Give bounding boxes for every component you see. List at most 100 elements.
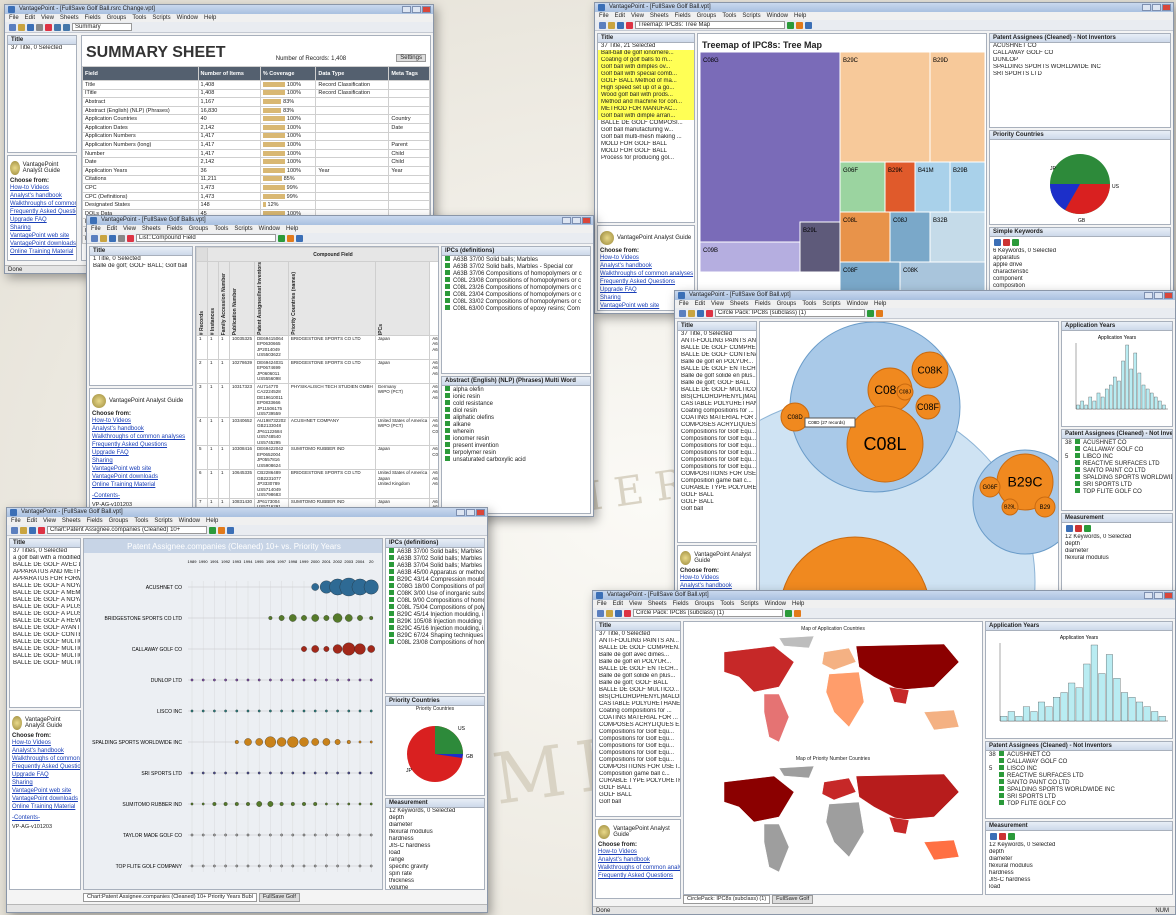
ipc-item[interactable]: A63B 37/02 Solid balls; Marbles - 1 (386, 555, 484, 562)
help-icon[interactable] (706, 309, 713, 317)
bubble[interactable] (267, 801, 274, 807)
sheet-tab[interactable]: FullSave Golf (258, 893, 300, 902)
title-item[interactable]: Coating compositions for ... (678, 408, 756, 415)
assignee-item[interactable]: CALLAWAY GOLF CO (986, 758, 1172, 765)
bubble[interactable] (358, 864, 362, 868)
histogram-bar[interactable] (1080, 400, 1084, 410)
bubble[interactable] (269, 678, 272, 682)
title-item[interactable]: BALLE DE GOLF MULTICO... (10, 653, 80, 660)
minimize-button[interactable] (1144, 592, 1153, 599)
play-icon[interactable] (787, 21, 794, 29)
menu-item[interactable]: Window (179, 517, 200, 525)
assignee-item[interactable]: CALLAWAY GOLF CO (990, 50, 1170, 57)
world-map-application[interactable] (684, 632, 983, 750)
menu-item[interactable]: Scripts (152, 14, 170, 22)
ipc-item[interactable]: A63B 37/06 Compositions of homopolymers … (442, 270, 590, 277)
keyword-item[interactable]: composition (990, 283, 1170, 290)
title-item[interactable]: CASTABLE POLYURETHANE... (596, 701, 680, 708)
menu-item[interactable]: Sheets (62, 517, 81, 525)
title-item[interactable]: GOLF BALL Method of ma... (598, 78, 694, 85)
title-item[interactable]: COATING MATERIAL FOR ... (596, 715, 680, 722)
bubble[interactable] (336, 833, 339, 837)
guide-link[interactable]: Walkthroughs of common analyses (92, 433, 190, 441)
sheet-tab[interactable]: Chart:Patent Assignee.companies (Cleaned… (83, 893, 257, 902)
help-icon[interactable] (626, 21, 633, 29)
table-row[interactable]: Citations 11,211 85% (82, 174, 430, 185)
guide-link[interactable]: How-to Videos (598, 848, 678, 856)
close-button[interactable] (1164, 292, 1173, 299)
bubble[interactable] (280, 678, 283, 682)
bubble[interactable] (336, 864, 339, 868)
bubble[interactable] (358, 771, 362, 775)
column-header[interactable]: Field (82, 66, 199, 81)
guide-link[interactable]: Analyst's handbook (10, 192, 74, 200)
histogram-bar[interactable] (1121, 360, 1125, 410)
menu-item[interactable]: Tools (132, 14, 146, 22)
measurement-item[interactable]: specific gravity (386, 864, 484, 871)
mode-select[interactable]: Multi Word (545, 378, 576, 384)
bubble[interactable] (325, 678, 328, 682)
menu-item[interactable]: Edit (615, 12, 625, 20)
filter-icon[interactable] (296, 234, 303, 242)
menu-item[interactable]: Window (259, 225, 280, 233)
assignee-item[interactable]: ACUSHNET CO (990, 43, 1170, 50)
assignee-item[interactable]: CALLAWAY GOLF CO (1062, 446, 1172, 453)
save-icon[interactable] (27, 23, 34, 31)
ipc-item[interactable]: C08L 23/08 Compositions of homopol (386, 639, 484, 646)
bubble[interactable] (290, 802, 295, 806)
bubble[interactable] (190, 833, 194, 837)
title-item[interactable]: BALLE DE GOLF EN TECH... (596, 666, 680, 673)
bubble[interactable] (269, 709, 272, 713)
bubble[interactable] (354, 643, 366, 655)
histogram[interactable]: Application Years (986, 631, 1172, 737)
field-select[interactable]: Chart:Patent Assignee.companies (Cleaned… (47, 526, 207, 534)
bubble[interactable] (224, 771, 227, 775)
menu-item[interactable]: Sheets (60, 14, 79, 22)
bubble[interactable] (246, 802, 250, 806)
menu-item[interactable]: Groups (107, 14, 127, 22)
title-item[interactable]: Compositions for Golf Equ... (678, 450, 756, 457)
menu-item[interactable]: Fields (675, 12, 691, 20)
play-icon[interactable] (867, 309, 874, 317)
bubble[interactable] (244, 738, 252, 746)
measurement-item[interactable]: flexural modulus (1062, 555, 1172, 562)
bubble[interactable] (369, 864, 373, 868)
histogram-bar[interactable] (1104, 388, 1109, 410)
menu-item[interactable]: Edit (613, 600, 623, 608)
histogram-bar[interactable] (1117, 380, 1121, 410)
save-icon[interactable] (29, 526, 36, 534)
bubble[interactable] (313, 802, 318, 806)
title-item[interactable]: BALLE DE GOLF MULTICO... (10, 639, 80, 646)
filter-icon[interactable] (805, 21, 812, 29)
bubble[interactable] (224, 709, 227, 713)
assignee-item[interactable]: SRI SPORTS LTD (990, 71, 1170, 78)
title-item[interactable]: Compositions for Golf Equ... (678, 457, 756, 464)
ipc-item[interactable]: B29C 45/16 Injection moulding, i.e. (386, 625, 484, 632)
minimize-button[interactable] (456, 509, 465, 516)
bubble[interactable] (278, 615, 285, 621)
bubble[interactable] (325, 802, 328, 806)
treemap-cell[interactable] (839, 261, 901, 293)
bubble[interactable] (190, 771, 194, 775)
bubble[interactable] (235, 709, 239, 713)
phrase-item[interactable]: terpolymer resin (442, 449, 590, 456)
country-region[interactable] (855, 773, 960, 821)
title-item[interactable]: BALLE DE GOLF A MEMBR... (10, 590, 80, 597)
title-item[interactable]: BALLE DE GOLF A PLUSIEU... (10, 604, 80, 611)
measurement-item[interactable]: flexural modulus (986, 863, 1172, 870)
table-row[interactable]: 2 1 1 10278639 DE69424031 EP0674699 JP060601… (196, 358, 438, 384)
table-row[interactable]: Application Years 36 100% Year Year (82, 165, 430, 176)
bubble[interactable] (235, 833, 239, 837)
title-item[interactable]: CURABLE TYPE POLYURETH... (678, 485, 756, 492)
new-icon[interactable] (597, 609, 604, 617)
ipc-item[interactable]: A63B 37/04 Solid balls; Marbles - 2 (386, 562, 484, 569)
menu-item[interactable]: Scripts (740, 600, 758, 608)
keyword-item[interactable]: characteristic (990, 269, 1170, 276)
country-region[interactable] (825, 801, 865, 858)
title-item[interactable]: BIS(CHLOROPHENYL)MALONIT... (678, 394, 756, 401)
bubble[interactable] (301, 646, 307, 652)
column-header[interactable]: Number of Items (197, 66, 261, 81)
bubble[interactable] (269, 864, 272, 868)
window-bubble-chart[interactable]: VantagePoint - [FullSave Golf Ball.vpt] … (6, 507, 488, 913)
title-item[interactable]: Compositions for Golf Equ... (596, 729, 680, 736)
